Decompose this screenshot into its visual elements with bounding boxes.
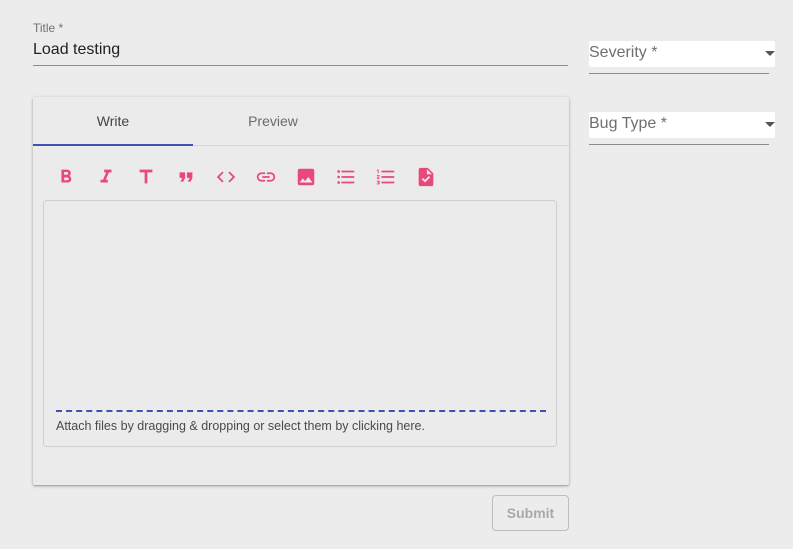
header-icon bbox=[139, 169, 153, 184]
editor-textarea[interactable] bbox=[44, 201, 556, 406]
bold-button[interactable] bbox=[46, 161, 86, 193]
link-button[interactable] bbox=[246, 161, 286, 193]
italic-button[interactable] bbox=[86, 161, 126, 193]
bug-report-form: Title * Severity * Bug Type * Write Prev… bbox=[0, 0, 793, 549]
title-input[interactable] bbox=[33, 35, 568, 66]
markdown-editor: Write Preview Attach files by dragging &… bbox=[33, 97, 569, 485]
severity-label: Severity * bbox=[589, 44, 658, 61]
checked-list-icon bbox=[418, 167, 434, 187]
chevron-down-icon bbox=[765, 51, 775, 56]
bold-icon bbox=[61, 169, 72, 183]
attach-files-link[interactable]: Attach files by dragging & dropping or s… bbox=[56, 419, 425, 433]
bug-type-label: Bug Type * bbox=[589, 115, 667, 132]
editor-area: Attach files by dragging & dropping or s… bbox=[43, 200, 557, 447]
submit-button[interactable]: Submit bbox=[492, 495, 569, 531]
drop-zone-divider bbox=[56, 410, 546, 412]
image-button[interactable] bbox=[286, 161, 326, 193]
code-icon bbox=[216, 171, 236, 183]
editor-tabs: Write Preview bbox=[33, 97, 569, 146]
code-button[interactable] bbox=[206, 161, 246, 193]
unordered-list-icon bbox=[337, 170, 355, 184]
tab-preview[interactable]: Preview bbox=[193, 97, 353, 145]
title-label: Title * bbox=[33, 21, 64, 35]
link-icon bbox=[256, 172, 276, 182]
quote-icon bbox=[179, 172, 193, 182]
severity-select-box[interactable]: Severity * bbox=[589, 41, 775, 67]
header-button[interactable] bbox=[126, 161, 166, 193]
unordered-list-button[interactable] bbox=[326, 161, 366, 193]
title-field: Title * bbox=[33, 21, 568, 66]
ordered-list-button[interactable] bbox=[366, 161, 406, 193]
severity-select[interactable]: Severity * bbox=[589, 41, 775, 74]
tab-write[interactable]: Write bbox=[33, 97, 193, 146]
ordered-list-icon bbox=[376, 169, 395, 185]
chevron-down-icon bbox=[765, 122, 775, 127]
bug-type-select[interactable]: Bug Type * bbox=[589, 112, 775, 145]
editor-toolbar bbox=[46, 161, 446, 193]
italic-icon bbox=[100, 169, 112, 183]
bug-type-select-box[interactable]: Bug Type * bbox=[589, 112, 775, 138]
checked-list-button[interactable] bbox=[406, 161, 446, 193]
quote-button[interactable] bbox=[166, 161, 206, 193]
image-icon bbox=[297, 168, 315, 186]
